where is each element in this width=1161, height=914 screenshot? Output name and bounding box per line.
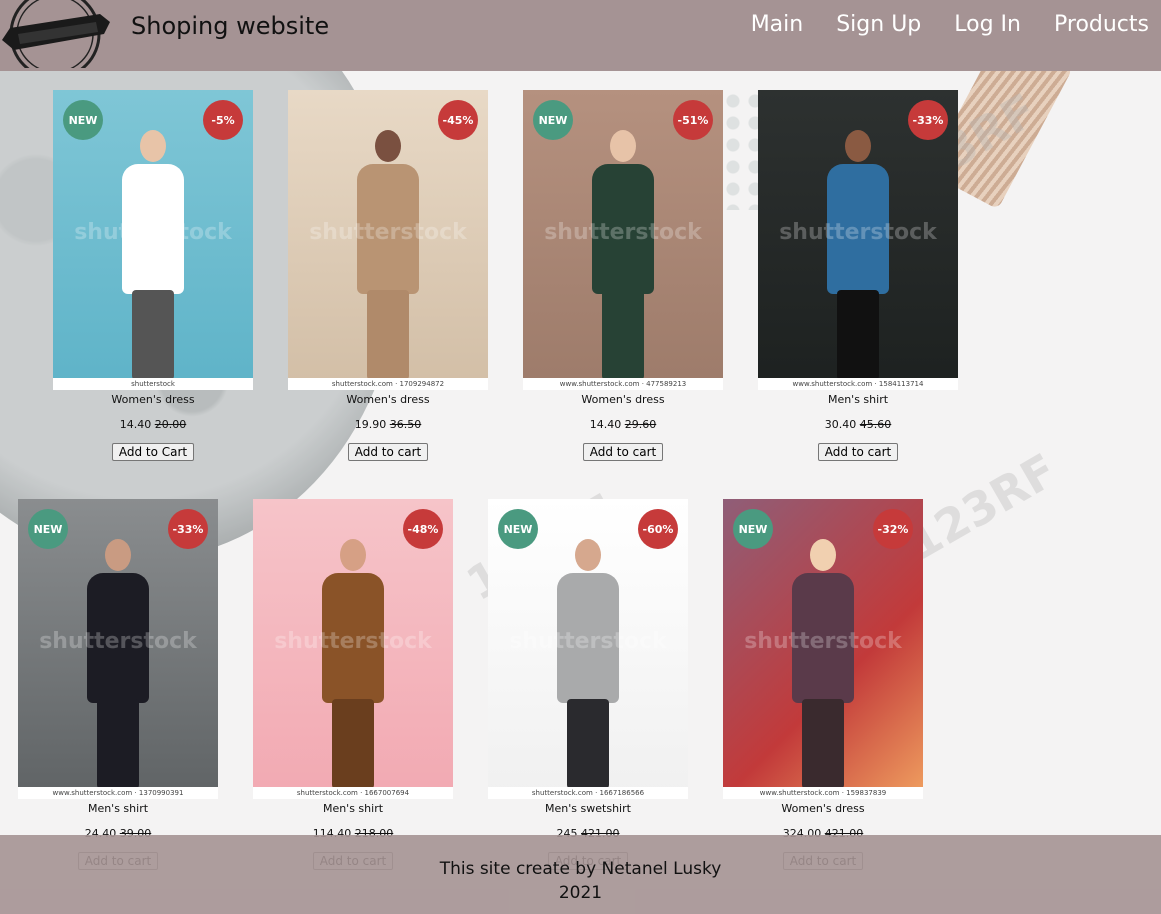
add-to-cart-button[interactable]: Add to cart <box>347 443 429 461</box>
image-caption-strip: www.shutterstock.com · 1370990391 <box>18 787 218 799</box>
model-figure <box>318 539 388 789</box>
image-caption-strip: shutterstock <box>53 378 253 390</box>
image-caption-strip: www.shutterstock.com · 159837839 <box>723 787 923 799</box>
product-price: 30.40 45.60 <box>758 418 958 431</box>
image-watermark: shutterstock <box>74 220 232 245</box>
add-to-cart-button[interactable]: Add to cart <box>582 443 664 461</box>
current-price: 14.40 <box>119 418 152 431</box>
nav-products[interactable]: Products <box>1054 12 1149 37</box>
image-watermark: shutterstock <box>274 629 432 654</box>
product-card: shutterstock www.shutterstock.com · 4775… <box>523 90 723 461</box>
ribbon-logo-icon <box>2 0 110 68</box>
image-watermark: shutterstock <box>309 220 467 245</box>
image-caption-strip: shutterstock.com · 1709294872 <box>288 378 488 390</box>
main-nav: Main Sign Up Log In Products <box>751 12 1149 37</box>
product-name: Men's shirt <box>827 393 889 406</box>
new-badge: NEW <box>63 100 103 140</box>
product-price: 14.40 29.60 <box>523 418 723 431</box>
footer-year: 2021 <box>558 883 603 903</box>
model-figure <box>83 539 153 789</box>
product-card: shutterstock shutterstock.com · 16670076… <box>253 499 453 870</box>
old-price: 20.00 <box>154 418 187 431</box>
old-price: 29.60 <box>624 418 657 431</box>
image-watermark: shutterstock <box>39 629 197 654</box>
image-watermark: shutterstock <box>744 629 902 654</box>
image-caption-strip: shutterstock.com · 1667007694 <box>253 787 453 799</box>
nav-sign-up[interactable]: Sign Up <box>836 12 921 37</box>
product-name: Men's shirt <box>322 802 384 815</box>
image-caption-strip: shutterstock.com · 1667186566 <box>488 787 688 799</box>
footer-text: This site create by Netanel Lusky 2021 <box>0 857 1161 905</box>
discount-badge: -33% <box>908 100 948 140</box>
product-card: shutterstock shutterstock NEW -5% Women'… <box>53 90 253 461</box>
product-image[interactable]: shutterstock www.shutterstock.com · 4775… <box>523 90 723 390</box>
image-watermark: shutterstock <box>509 629 667 654</box>
product-name: Women's dress <box>111 393 195 406</box>
model-figure <box>118 130 188 380</box>
product-image[interactable]: shutterstock shutterstock.com · 16670076… <box>253 499 453 799</box>
add-to-cart-button[interactable]: Add to cart <box>817 443 899 461</box>
discount-badge: -32% <box>873 509 913 549</box>
product-price: 19.90 36.50 <box>288 418 488 431</box>
discount-badge: -51% <box>673 100 713 140</box>
product-image[interactable]: shutterstock shutterstock.com · 17092948… <box>288 90 488 390</box>
new-badge: NEW <box>498 509 538 549</box>
model-figure <box>353 130 423 380</box>
add-to-cart-button[interactable]: Add to Cart <box>111 443 195 461</box>
footer-credit: This site create by Netanel Lusky <box>439 859 722 879</box>
product-name: Women's dress <box>581 393 665 406</box>
discount-badge: -48% <box>403 509 443 549</box>
product-name: Women's dress <box>346 393 430 406</box>
old-price: 45.60 <box>859 418 892 431</box>
nav-log-in[interactable]: Log In <box>954 12 1021 37</box>
product-card: shutterstock shutterstock.com · 16671865… <box>488 499 688 870</box>
model-figure <box>823 130 893 380</box>
product-card: shutterstock shutterstock.com · 17092948… <box>288 90 488 461</box>
model-figure <box>788 539 858 789</box>
site-title: Shoping website <box>131 12 330 40</box>
product-price: 14.40 20.00 <box>53 418 253 431</box>
discount-badge: -5% <box>203 100 243 140</box>
product-image[interactable]: shutterstock shutterstock.com · 16671865… <box>488 499 688 799</box>
new-badge: NEW <box>533 100 573 140</box>
discount-badge: -60% <box>638 509 678 549</box>
model-figure <box>553 539 623 789</box>
product-image[interactable]: shutterstock www.shutterstock.com · 1584… <box>758 90 958 390</box>
product-card: shutterstock www.shutterstock.com · 1370… <box>18 499 218 870</box>
product-name: Women's dress <box>781 802 865 815</box>
image-caption-strip: www.shutterstock.com · 1584113714 <box>758 378 958 390</box>
product-card: shutterstock www.shutterstock.com · 1584… <box>758 90 958 461</box>
product-name: Men's swetshirt <box>545 802 631 815</box>
site-header: Shoping website Main Sign Up Log In Prod… <box>0 0 1161 71</box>
nav-main[interactable]: Main <box>751 12 804 37</box>
current-price: 19.90 <box>354 418 387 431</box>
new-badge: NEW <box>733 509 773 549</box>
model-figure <box>588 130 658 380</box>
product-name: Men's shirt <box>87 802 149 815</box>
current-price: 30.40 <box>824 418 857 431</box>
discount-badge: -45% <box>438 100 478 140</box>
current-price: 14.40 <box>589 418 622 431</box>
product-card: shutterstock www.shutterstock.com · 1598… <box>723 499 923 870</box>
product-image[interactable]: shutterstock www.shutterstock.com · 1370… <box>18 499 218 799</box>
image-caption-strip: www.shutterstock.com · 477589213 <box>523 378 723 390</box>
product-image[interactable]: shutterstock www.shutterstock.com · 1598… <box>723 499 923 799</box>
image-watermark: shutterstock <box>779 220 937 245</box>
site-footer: This site create by Netanel Lusky 2021 <box>0 835 1161 914</box>
new-badge: NEW <box>28 509 68 549</box>
image-watermark: shutterstock <box>544 220 702 245</box>
product-grid: shutterstock shutterstock NEW -5% Women'… <box>0 0 1161 914</box>
product-image[interactable]: shutterstock shutterstock NEW -5% <box>53 90 253 390</box>
discount-badge: -33% <box>168 509 208 549</box>
old-price: 36.50 <box>389 418 422 431</box>
